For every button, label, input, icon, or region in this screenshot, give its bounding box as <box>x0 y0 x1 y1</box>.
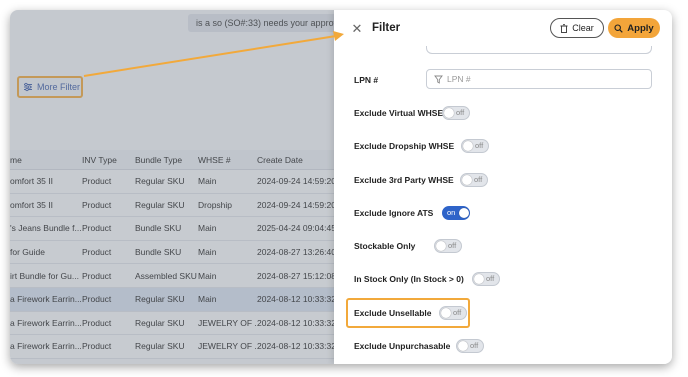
lpn-placeholder: LPN # <box>447 74 471 84</box>
exclude-unsellable-toggle[interactable]: off <box>439 306 467 320</box>
toggle-label-stockable-only: Stockable Only <box>354 241 416 251</box>
lpn-label: LPN # <box>354 75 379 85</box>
stockable-only-toggle[interactable]: off <box>434 239 462 253</box>
toggle-knob <box>444 108 454 118</box>
toggle-label-exclude-virtual-whse: Exclude Virtual WHSE <box>354 108 444 118</box>
toggle-state: off <box>474 175 483 184</box>
apply-button[interactable]: Apply <box>608 18 660 38</box>
apply-label: Apply <box>627 22 654 34</box>
toggle-label-in-stock-only: In Stock Only (In Stock > 0) <box>354 274 464 284</box>
toggle-state: off <box>456 108 465 117</box>
exclude-dropship-whse-toggle[interactable]: off <box>461 139 489 153</box>
toggle-label-exclude-unsellable: Exclude Unsellable <box>354 308 432 318</box>
toggle-knob <box>458 341 468 351</box>
toggle-state: off <box>453 308 462 317</box>
trash-icon <box>560 23 568 33</box>
clear-button[interactable]: Clear <box>550 18 604 38</box>
toggle-knob <box>463 141 473 151</box>
in-stock-only-toggle[interactable]: off <box>472 272 500 286</box>
panel-title: Filter <box>372 22 401 34</box>
lpn-input[interactable]: LPN # <box>426 69 652 89</box>
toggle-state: off <box>486 274 495 283</box>
exclude-ignore-ats-toggle[interactable]: on <box>442 206 470 220</box>
exclude-virtual-whse-toggle[interactable]: off <box>442 106 470 120</box>
toggle-knob <box>441 308 451 318</box>
search-icon <box>614 23 624 33</box>
partial-field <box>426 46 652 54</box>
toggle-state: off <box>448 241 457 250</box>
app-window: is a so (SO#:33) needs your approve More… <box>10 10 672 364</box>
toggle-knob <box>474 274 484 284</box>
funnel-icon <box>434 75 443 84</box>
toggle-knob <box>436 241 446 251</box>
filter-panel: ✕ Filter Clear Apply LPN # LPN # Exclude… <box>334 10 672 364</box>
toggle-label-exclude-unpurchasable: Exclude Unpurchasable <box>354 341 451 351</box>
toggle-label-exclude-dropship-whse: Exclude Dropship WHSE <box>354 141 455 151</box>
clear-label: Clear <box>572 23 594 33</box>
toggle-knob <box>459 208 469 218</box>
toggle-state: off <box>470 341 479 350</box>
toggle-label-exclude-ignore-ats: Exclude Ignore ATS <box>354 208 434 218</box>
toggle-label-exclude-3rd-party-whse: Exclude 3rd Party WHSE <box>354 175 454 185</box>
exclude-unpurchasable-toggle[interactable]: off <box>456 339 484 353</box>
close-icon[interactable]: ✕ <box>350 22 364 36</box>
exclude-3rd-party-whse-toggle[interactable]: off <box>460 173 488 187</box>
toggle-knob <box>462 175 472 185</box>
modal-backdrop[interactable] <box>10 10 334 364</box>
toggle-state: on <box>447 208 456 217</box>
toggle-state: off <box>475 141 484 150</box>
